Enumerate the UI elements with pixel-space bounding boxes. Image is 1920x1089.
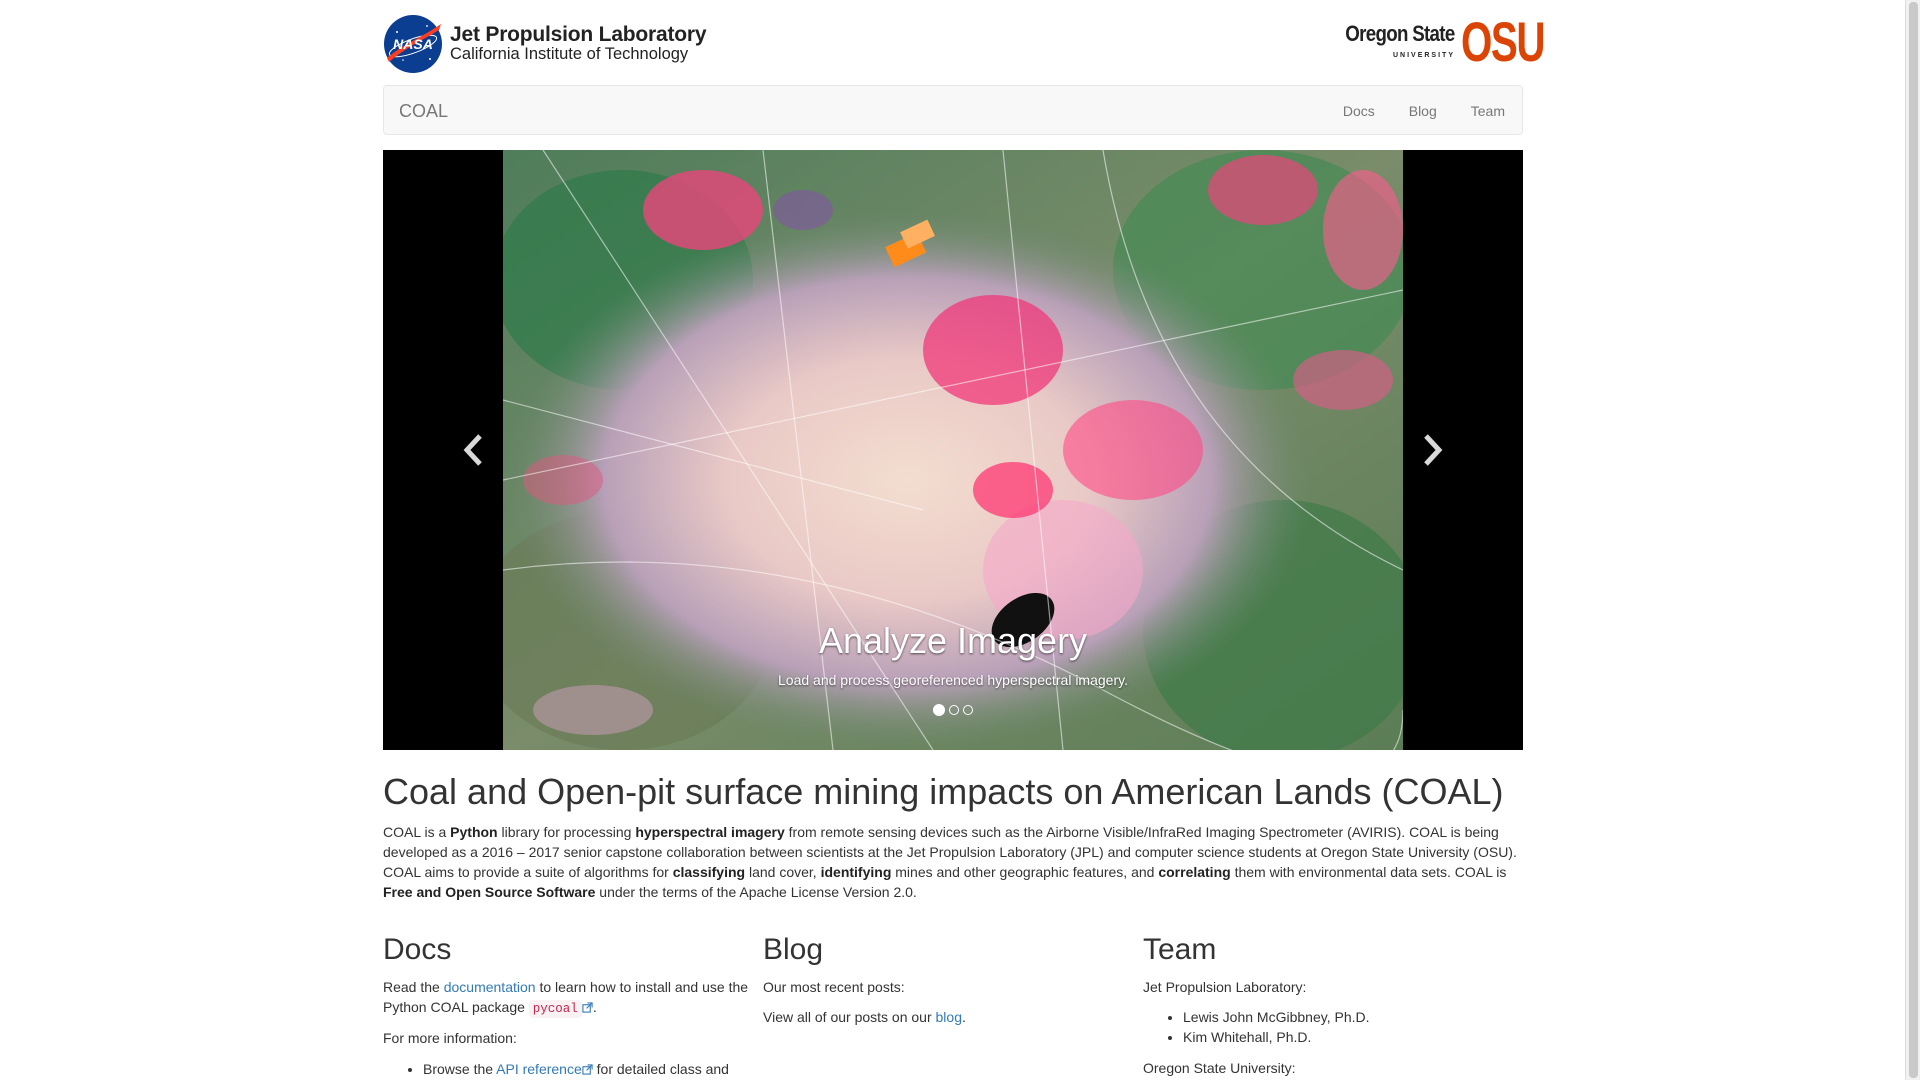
carousel-prev-button[interactable] [453,420,493,480]
carousel-indicators [383,704,1523,716]
external-link-icon [582,1002,593,1013]
carousel-next-button[interactable] [1413,420,1453,480]
chevron-left-icon [463,434,482,466]
nav-links: Docs Blog Team [1326,86,1522,136]
jpl-logo[interactable]: NASA Jet Propulsion Laboratory Californi… [383,14,707,74]
svg-text:NASA: NASA [393,36,433,52]
intro-paragraph: COAL is a Python library for processing … [383,823,1517,901]
page-container: NASA Jet Propulsion Laboratory Californi… [383,0,1546,1089]
docs-paragraph: Read the documentation to learn how to i… [383,978,749,1019]
docs-info-list: Browse the API reference for detailed cl… [383,1059,763,1079]
scrollbar-thumb[interactable] [1909,2,1918,1078]
nasa-meatball-icon: NASA [384,15,442,73]
list-item: Browse the API reference for detailed cl… [423,1059,763,1079]
blog-link[interactable]: blog [936,1009,962,1025]
nav-link-docs[interactable]: Docs [1326,86,1392,136]
navbar: COAL Docs Blog Team [383,85,1523,135]
feature-columns: Docs Read the documentation to learn how… [383,933,1523,1089]
image-carousel: Analyze Imagery Load and process georefe… [383,150,1523,750]
external-link-icon [582,1063,593,1075]
nav-link-team[interactable]: Team [1454,86,1522,136]
pycoal-link[interactable]: pycoal [528,999,582,1019]
chevron-right-icon [1424,434,1443,466]
carousel-indicator-3[interactable] [963,705,973,715]
osu-mark: OSU [1461,10,1545,73]
osu-state-text: Oregon State [1345,21,1456,46]
page-scrollbar[interactable] [1905,0,1920,1080]
api-reference-link[interactable]: API reference [496,1061,582,1077]
blog-recent-label: Our most recent posts: [763,978,905,995]
blog-heading: Blog [763,932,824,966]
team-column: Team Jet Propulsion Laboratory: Lewis Jo… [1143,933,1523,1089]
documentation-link[interactable]: documentation [444,979,536,995]
docs-more-info: For more information: [383,1030,517,1047]
osu-logo[interactable]: Oregon State UNIVERSITY OSU [1326,10,1546,73]
osu-university-text: UNIVERSITY [1392,52,1455,59]
page-title: Coal and Open-pit surface mining impacts… [383,771,1504,812]
carousel-caption-title: Analyze Imagery [818,620,1088,661]
team-member: Lewis John McGibbney, Ph.D. [1183,1007,1523,1027]
carousel-indicator-2[interactable] [949,705,959,715]
team-heading: Team [1143,932,1217,966]
site-header: NASA Jet Propulsion Laboratory Californi… [383,0,1546,85]
carousel-indicator-1[interactable] [933,704,945,716]
jpl-team-list: Lewis John McGibbney, Ph.D. Kim Whitehal… [1143,1007,1523,1048]
jpl-title: Jet Propulsion Laboratory [450,23,707,47]
nav-link-blog[interactable]: Blog [1392,86,1454,136]
blog-column: Blog Our most recent posts: View all of … [763,933,1143,1089]
carousel-caption-text: Load and process georeferenced hyperspec… [778,672,1128,688]
blog-view-all: View all of our posts on our blog. [763,1009,966,1026]
team-osu-label: Oregon State University: [1143,1059,1296,1076]
navbar-brand[interactable]: COAL [399,86,448,136]
team-jpl-label: Jet Propulsion Laboratory: [1143,978,1307,995]
docs-heading: Docs [383,932,452,966]
docs-column: Docs Read the documentation to learn how… [383,933,763,1089]
carousel-caption: Analyze Imagery Load and process georefe… [383,620,1523,688]
team-member: Kim Whitehall, Ph.D. [1183,1027,1523,1047]
jpl-subtitle: California Institute of Technology [450,45,689,64]
